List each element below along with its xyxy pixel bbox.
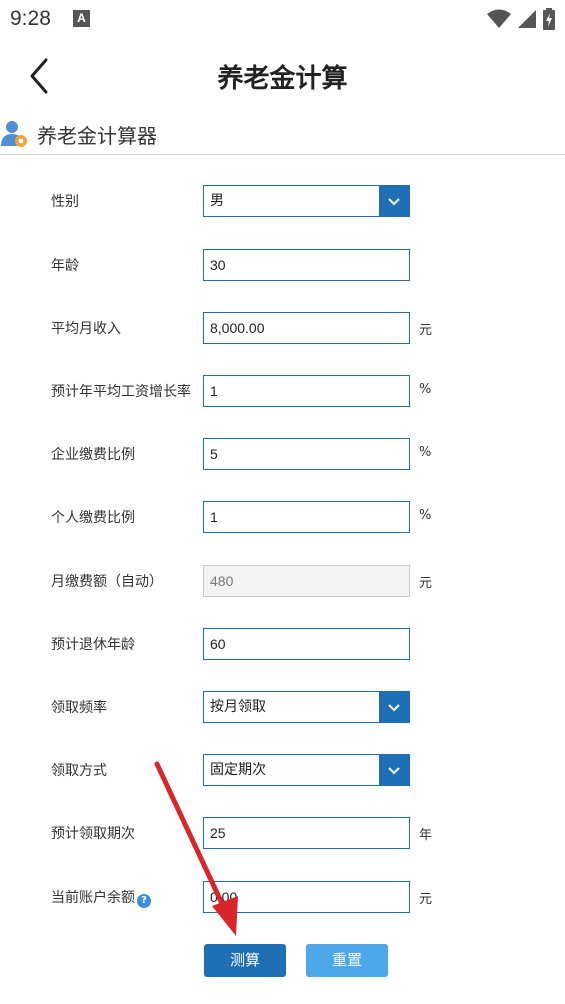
user-gear-icon — [1, 121, 27, 147]
notification-a-icon: A — [73, 10, 90, 27]
status-bar: 9:28 A — [0, 0, 565, 40]
form-row-wage-growth: 预计年平均工资增长率 1 % — [0, 374, 565, 408]
personal-rate-label: 个人缴费比例 — [51, 510, 135, 526]
reset-button[interactable]: 重置 — [306, 944, 388, 977]
personal-rate-unit: % — [419, 508, 432, 523]
form-row-payout-method: 领取方式 固定期次 — [0, 753, 565, 787]
account-balance-input[interactable]: 0.00 — [203, 881, 410, 913]
monthly-contribution-label: 月缴费额（自动） — [51, 574, 163, 590]
age-label: 年龄 — [51, 258, 79, 274]
gender-label: 性别 — [51, 194, 79, 210]
chevron-down-icon[interactable] — [379, 755, 409, 785]
account-balance-label-text: 当前账户余额 — [51, 890, 135, 906]
monthly-contribution-field: 480 — [203, 565, 410, 597]
form-row-monthly-contribution: 月缴费额（自动） 480 元 — [0, 564, 565, 598]
account-balance-unit: 元 — [419, 892, 433, 907]
employer-rate-input[interactable]: 5 — [203, 438, 410, 470]
chevron-down-icon[interactable] — [379, 692, 409, 722]
form-row-personal-rate: 个人缴费比例 1 % — [0, 500, 565, 534]
employer-rate-unit: % — [419, 445, 432, 460]
payout-periods-input[interactable]: 25 — [203, 817, 410, 849]
status-time: 9:28 — [10, 7, 51, 30]
question-circle-icon[interactable]: ? — [137, 894, 151, 908]
payout-periods-unit: 年 — [419, 828, 433, 843]
app-header: 养老金计算 — [0, 40, 565, 110]
form-row-gender: 性别 男 — [0, 184, 565, 218]
payout-method-select[interactable]: 固定期次 — [203, 754, 410, 786]
monthly-income-label: 平均月收入 — [51, 321, 121, 337]
form-row-age: 年龄 30 — [0, 248, 565, 282]
wage-growth-label: 预计年平均工资增长率 — [51, 384, 191, 400]
wage-growth-input[interactable]: 1 — [203, 375, 410, 407]
gender-select-value: 男 — [210, 193, 224, 209]
form-row-employer-rate: 企业缴费比例 5 % — [0, 437, 565, 471]
form-row-payout-periods: 预计领取期次 25 年 — [0, 816, 565, 850]
monthly-income-unit: 元 — [419, 323, 433, 338]
wage-growth-unit: % — [419, 382, 432, 397]
payout-frequency-label: 领取频率 — [51, 700, 107, 716]
payout-frequency-value: 按月领取 — [210, 699, 266, 715]
wifi-icon — [487, 9, 511, 28]
personal-rate-input[interactable]: 1 — [203, 501, 410, 533]
page-title: 养老金计算 — [217, 64, 348, 94]
form-row-payout-frequency: 领取频率 按月领取 — [0, 690, 565, 724]
calculate-button[interactable]: 测算 — [204, 944, 286, 977]
form-row-retirement-age: 预计退休年龄 60 — [0, 627, 565, 661]
employer-rate-label: 企业缴费比例 — [51, 447, 135, 463]
age-input[interactable]: 30 — [203, 249, 410, 281]
form-row-account-balance: 当前账户余额? 0.00 元 — [0, 880, 565, 914]
account-balance-label: 当前账户余额? — [51, 887, 151, 908]
payout-periods-label: 预计领取期次 — [51, 826, 135, 842]
status-icons — [487, 8, 555, 30]
monthly-income-input[interactable]: 8,000.00 — [203, 312, 410, 344]
payout-method-value: 固定期次 — [210, 762, 266, 778]
retirement-age-label: 预计退休年龄 — [51, 637, 135, 653]
signal-icon — [518, 10, 536, 28]
section-title: 养老金计算器 — [37, 124, 157, 148]
chevron-down-icon[interactable] — [379, 186, 409, 216]
payout-method-label: 领取方式 — [51, 763, 107, 779]
gender-select[interactable]: 男 — [203, 185, 410, 217]
battery-icon — [543, 8, 555, 30]
payout-frequency-select[interactable]: 按月领取 — [203, 691, 410, 723]
form-row-monthly-income: 平均月收入 8,000.00 元 — [0, 311, 565, 345]
retirement-age-input[interactable]: 60 — [203, 628, 410, 660]
monthly-contribution-unit: 元 — [419, 576, 433, 591]
section-header: 养老金计算器 — [0, 112, 565, 155]
